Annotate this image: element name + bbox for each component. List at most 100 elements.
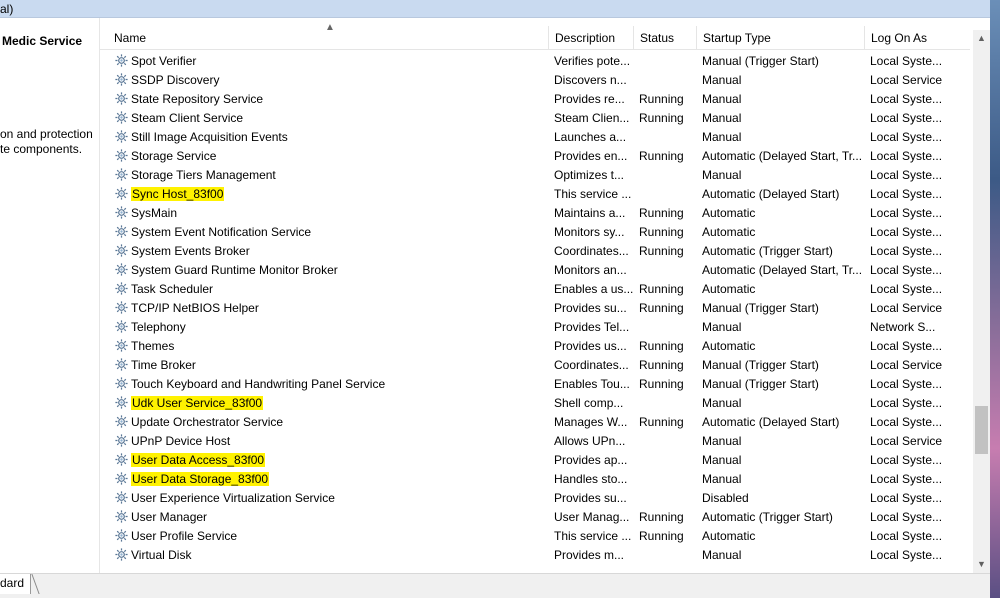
service-description: Enables Tou...	[554, 377, 630, 391]
service-log-on-as: Local Syste...	[870, 168, 943, 182]
vertical-scrollbar[interactable]: ▲ ▼	[973, 30, 990, 573]
service-log-on-as: Local Syste...	[870, 396, 943, 410]
service-startup-type: Manual	[702, 73, 742, 87]
service-description: Discovers n...	[554, 73, 627, 87]
service-startup-type: Automatic (Delayed Start, Tr...	[702, 263, 862, 277]
service-name: System Guard Runtime Monitor Broker	[131, 263, 338, 277]
service-status: Running	[639, 244, 684, 258]
scroll-up-arrow-icon[interactable]: ▲	[973, 30, 990, 47]
service-row[interactable]: UPnP Device Host Allows UPn... Manual Local…	[100, 432, 970, 451]
service-status: Running	[639, 92, 684, 106]
service-name-cell: Virtual Disk	[114, 546, 554, 565]
service-name-cell: User Data Access_83f00	[114, 451, 554, 470]
service-row[interactable]: Virtual Disk Provides m... Manual Local Sys…	[100, 546, 970, 565]
service-status: Running	[639, 339, 684, 353]
service-log-on-as: Local Syste...	[870, 111, 943, 125]
service-row[interactable]: Update Orchestrator Service Manages W... R…	[100, 413, 970, 432]
scroll-thumb[interactable]	[975, 406, 988, 454]
service-name: User Data Access_83f00	[131, 453, 266, 467]
service-row[interactable]: User Data Access_83f00 Provides ap... Manu…	[100, 451, 970, 470]
gear-icon	[114, 186, 129, 201]
service-startup-type: Manual	[702, 434, 742, 448]
service-name: UPnP Device Host	[131, 434, 231, 448]
services-window: al) Medic Service on and protection te c…	[0, 0, 1000, 598]
description-line: te components.	[0, 142, 83, 156]
gear-icon	[114, 452, 129, 467]
service-log-on-as: Local Syste...	[870, 377, 943, 391]
service-log-on-as: Local Syste...	[870, 339, 943, 353]
service-row[interactable]: State Repository Service Provides re... Ru…	[100, 90, 970, 109]
service-row[interactable]: System Event Notification Service Monitor…	[100, 223, 970, 242]
service-name: Still Image Acquisition Events	[131, 130, 288, 144]
gear-icon	[114, 243, 129, 258]
service-row[interactable]: User Data Storage_83f00 Handles sto... Man…	[100, 470, 970, 489]
service-name-cell: Touch Keyboard and Handwriting Panel Ser…	[114, 375, 554, 394]
scroll-down-arrow-icon[interactable]: ▼	[973, 556, 990, 573]
service-name: Udk User Service_83f00	[131, 396, 264, 410]
service-description: Coordinates...	[554, 358, 629, 372]
services-list[interactable]: ▲ Name Description Status Startup Type L…	[100, 18, 990, 573]
service-row[interactable]: Storage Service Provides en... Running Auto…	[100, 147, 970, 166]
service-description: Allows UPn...	[554, 434, 626, 448]
service-row[interactable]: User Profile Service This service ... Runn…	[100, 527, 970, 546]
service-row[interactable]: Sync Host_83f00 This service ... Automatic…	[100, 185, 970, 204]
service-name: Spot Verifier	[131, 54, 197, 68]
service-status: Running	[639, 301, 684, 315]
service-startup-type: Automatic	[702, 225, 756, 239]
gear-icon	[114, 110, 129, 125]
service-row[interactable]: User Experience Virtualization Service Pr…	[100, 489, 970, 508]
service-startup-type: Automatic	[702, 529, 756, 543]
service-description: This service ...	[554, 529, 632, 543]
service-row[interactable]: User Manager User Manag... Running Automati…	[100, 508, 970, 527]
service-name: Themes	[131, 339, 175, 353]
description-line: on and protection	[0, 127, 93, 141]
service-row[interactable]: System Guard Runtime Monitor Broker Monit…	[100, 261, 970, 280]
service-row[interactable]: Time Broker Coordinates... Running Manual (…	[100, 356, 970, 375]
service-description: Launches a...	[554, 130, 627, 144]
service-log-on-as: Local Syste...	[870, 130, 943, 144]
column-header-log-on-as[interactable]: Log On As	[864, 26, 970, 50]
service-description: User Manag...	[554, 510, 630, 524]
service-startup-type: Automatic (Delayed Start)	[702, 187, 840, 201]
service-name-cell: Update Orchestrator Service	[114, 413, 554, 432]
service-log-on-as: Local Syste...	[870, 415, 943, 429]
service-log-on-as: Local Syste...	[870, 472, 943, 486]
service-startup-type: Disabled	[702, 491, 749, 505]
service-log-on-as: Local Syste...	[870, 54, 943, 68]
service-row[interactable]: System Events Broker Coordinates... Runnin…	[100, 242, 970, 261]
service-startup-type: Automatic (Delayed Start, Tr...	[702, 149, 862, 163]
service-row[interactable]: Udk User Service_83f00 Shell comp... Manua…	[100, 394, 970, 413]
service-row[interactable]: Telephony Provides Tel... Manual Network S.…	[100, 318, 970, 337]
service-name-cell: Udk User Service_83f00	[114, 394, 554, 413]
service-row[interactable]: SysMain Maintains a... Running Automatic Loc…	[100, 204, 970, 223]
service-description: Provides en...	[554, 149, 628, 163]
column-header-status[interactable]: Status	[633, 26, 696, 50]
service-description: Monitors an...	[554, 263, 627, 277]
service-startup-type: Manual	[702, 453, 742, 467]
service-name-cell: UPnP Device Host	[114, 432, 554, 451]
service-row[interactable]: Spot Verifier Verifies pote... Manual (Tri…	[100, 52, 970, 71]
service-row[interactable]: Touch Keyboard and Handwriting Panel Ser…	[100, 375, 970, 394]
column-header-name[interactable]: Name	[108, 26, 548, 50]
service-row[interactable]: TCP/IP NetBIOS Helper Provides su... Runni…	[100, 299, 970, 318]
service-log-on-as: Local Syste...	[870, 453, 943, 467]
service-row[interactable]: Still Image Acquisition Events Launches a…	[100, 128, 970, 147]
service-log-on-as: Local Syste...	[870, 92, 943, 106]
service-log-on-as: Local Service	[870, 434, 943, 448]
gear-icon	[114, 281, 129, 296]
service-row[interactable]: SSDP Discovery Discovers n... Manual Local …	[100, 71, 970, 90]
service-name-cell: Task Scheduler	[114, 280, 554, 299]
service-row[interactable]: Storage Tiers Management Optimizes t... Ma…	[100, 166, 970, 185]
service-log-on-as: Local Service	[870, 301, 943, 315]
tab-standard[interactable]: dard	[0, 574, 32, 594]
service-description: Provides re...	[554, 92, 625, 106]
gear-icon	[114, 338, 129, 353]
service-row[interactable]: Themes Provides us... Running Automatic Loca…	[100, 337, 970, 356]
gear-icon	[114, 53, 129, 68]
service-log-on-as: Local Syste...	[870, 282, 943, 296]
service-row[interactable]: Task Scheduler Enables a us... Running Auto…	[100, 280, 970, 299]
service-row[interactable]: Steam Client Service Steam Clien... Runnin…	[100, 109, 970, 128]
selected-service-description: on and protection te components.	[0, 127, 93, 157]
column-header-startup-type[interactable]: Startup Type	[696, 26, 864, 50]
column-header-description[interactable]: Description	[548, 26, 633, 50]
